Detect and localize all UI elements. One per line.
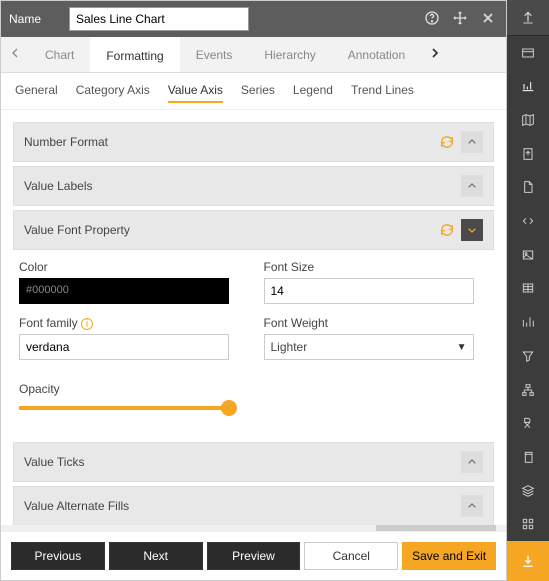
font-weight-label: Font Weight bbox=[264, 316, 489, 330]
content-area: Number Format Value Labels Value Font Pr… bbox=[1, 110, 506, 525]
subtab-category-axis[interactable]: Category Axis bbox=[76, 83, 150, 103]
color-label: Color bbox=[19, 260, 244, 274]
move-icon[interactable] bbox=[452, 10, 470, 28]
code-icon[interactable] bbox=[507, 204, 549, 238]
grid-icon[interactable] bbox=[507, 272, 549, 306]
tab-events[interactable]: Events bbox=[180, 37, 249, 72]
footer-bar: Previous Next Preview Cancel Save and Ex… bbox=[1, 531, 506, 580]
chevron-up-icon[interactable] bbox=[461, 495, 483, 517]
tab-formatting[interactable]: Formatting bbox=[90, 37, 179, 72]
section-number-format[interactable]: Number Format bbox=[13, 122, 494, 162]
section-value-labels[interactable]: Value Labels bbox=[13, 166, 494, 206]
editor-panel: Name Chart Formatting Events Hierarchy A… bbox=[0, 0, 507, 581]
help-icon[interactable] bbox=[424, 10, 442, 28]
section-title: Value Alternate Fills bbox=[24, 499, 455, 513]
section-title: Value Ticks bbox=[24, 455, 455, 469]
copy-icon[interactable] bbox=[507, 440, 549, 474]
opacity-label: Opacity bbox=[19, 382, 60, 396]
image-icon[interactable] bbox=[507, 238, 549, 272]
font-family-label: Font family i bbox=[19, 316, 244, 330]
section-value-alternate-fills[interactable]: Value Alternate Fills bbox=[13, 486, 494, 525]
subtab-value-axis[interactable]: Value Axis bbox=[168, 83, 223, 103]
chevron-up-icon[interactable] bbox=[461, 451, 483, 473]
next-button[interactable]: Next bbox=[109, 542, 203, 570]
tab-chart[interactable]: Chart bbox=[29, 37, 90, 72]
section-value-font-property[interactable]: Value Font Property bbox=[13, 210, 494, 250]
value-font-body: Color #000000 Font Size Font family i Fo… bbox=[13, 250, 494, 424]
tab-hierarchy[interactable]: Hierarchy bbox=[248, 37, 331, 72]
name-input[interactable] bbox=[69, 7, 249, 31]
header-actions bbox=[424, 10, 498, 28]
info-icon[interactable]: i bbox=[81, 318, 93, 330]
bar-chart-icon[interactable] bbox=[507, 305, 549, 339]
font-family-input[interactable] bbox=[19, 334, 229, 360]
sub-tabs: General Category Axis Value Axis Series … bbox=[1, 73, 506, 110]
font-size-input[interactable] bbox=[264, 278, 474, 304]
document-icon[interactable] bbox=[507, 171, 549, 205]
save-exit-button[interactable]: Save and Exit bbox=[402, 542, 496, 570]
apps-icon[interactable] bbox=[507, 508, 549, 542]
caret-down-icon: ▼ bbox=[457, 342, 467, 353]
opacity-slider[interactable] bbox=[19, 406, 229, 410]
subtab-general[interactable]: General bbox=[15, 83, 58, 103]
layout-icon[interactable] bbox=[507, 36, 549, 70]
chevron-down-icon[interactable] bbox=[461, 219, 483, 241]
slider-thumb[interactable] bbox=[221, 400, 237, 416]
font-size-label: Font Size bbox=[264, 260, 489, 274]
refresh-icon[interactable] bbox=[439, 134, 455, 150]
tab-scroll-left[interactable] bbox=[1, 45, 29, 64]
section-title: Value Font Property bbox=[24, 223, 439, 237]
chevron-up-icon[interactable] bbox=[461, 175, 483, 197]
refresh-icon[interactable] bbox=[439, 222, 455, 238]
subtab-legend[interactable]: Legend bbox=[293, 83, 333, 103]
org-chart-icon[interactable] bbox=[507, 373, 549, 407]
name-label: Name bbox=[9, 12, 69, 26]
previous-button[interactable]: Previous bbox=[11, 542, 105, 570]
preview-button[interactable]: Preview bbox=[207, 542, 301, 570]
font-weight-select[interactable]: Lighter ▼ bbox=[264, 334, 474, 360]
export-icon[interactable] bbox=[507, 137, 549, 171]
right-rail bbox=[507, 0, 549, 581]
tab-annotation[interactable]: Annotation bbox=[332, 37, 421, 72]
panel-header: Name bbox=[1, 1, 506, 37]
section-title: Value Labels bbox=[24, 179, 455, 193]
tab-scroll-right[interactable] bbox=[421, 45, 449, 64]
color-input[interactable]: #000000 bbox=[19, 278, 229, 304]
collapse-right-icon[interactable] bbox=[507, 0, 549, 36]
layers-icon[interactable] bbox=[507, 474, 549, 508]
section-title: Number Format bbox=[24, 135, 439, 149]
main-tabs: Chart Formatting Events Hierarchy Annota… bbox=[1, 37, 506, 73]
subtab-trend-lines[interactable]: Trend Lines bbox=[351, 83, 414, 103]
chart-icon[interactable] bbox=[507, 69, 549, 103]
prescription-icon[interactable] bbox=[507, 406, 549, 440]
chevron-up-icon[interactable] bbox=[461, 131, 483, 153]
filter-icon[interactable] bbox=[507, 339, 549, 373]
font-weight-value: Lighter bbox=[271, 340, 308, 354]
close-icon[interactable] bbox=[480, 10, 498, 28]
map-icon[interactable] bbox=[507, 103, 549, 137]
subtab-series[interactable]: Series bbox=[241, 83, 275, 103]
download-button[interactable] bbox=[507, 541, 549, 581]
cancel-button[interactable]: Cancel bbox=[304, 542, 398, 570]
section-value-ticks[interactable]: Value Ticks bbox=[13, 442, 494, 482]
